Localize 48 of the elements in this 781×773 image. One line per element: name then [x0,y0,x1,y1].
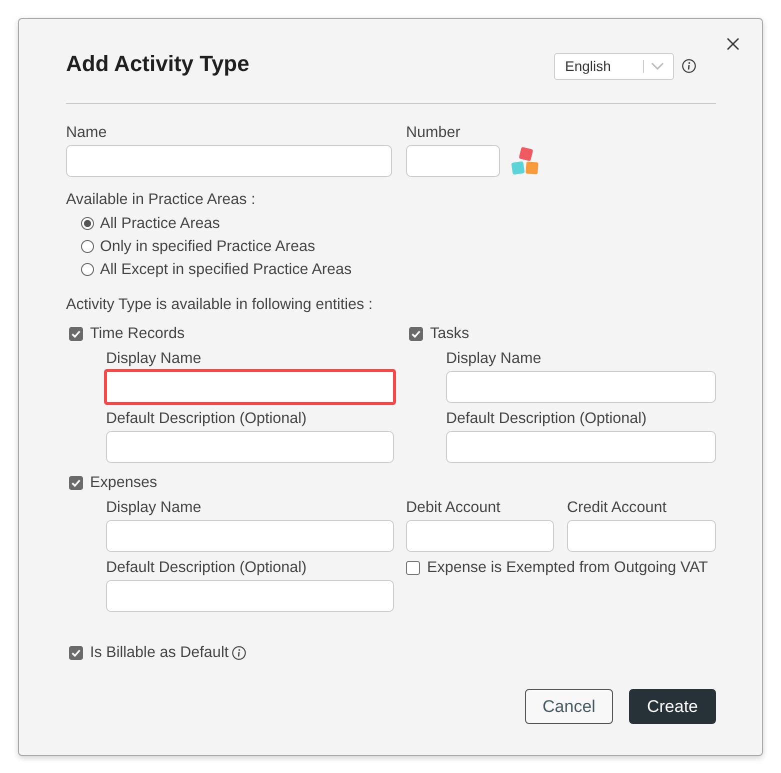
number-field[interactable] [406,145,500,177]
field-label: Credit Account [567,499,668,517]
text-field[interactable] [106,371,394,403]
language-select[interactable]: English [554,52,674,80]
dialog-title: Add Activity Type [66,50,250,78]
section-label: Activity Type is available in following entities : [66,296,374,314]
info-icon[interactable] [682,59,696,73]
text-field[interactable] [106,520,394,552]
field-label: Name [66,124,108,142]
checkbox[interactable] [406,561,420,575]
close-icon [727,38,739,50]
field-label: Default Description (Optional) [446,410,648,428]
radio-label[interactable]: All Practice Areas [100,214,220,232]
checkbox[interactable] [409,327,423,341]
field-label: Default Description (Optional) [106,559,308,577]
radio-button[interactable] [81,240,94,253]
checkbox[interactable] [69,327,83,341]
close-button[interactable] [727,38,739,50]
field-label: Default Description (Optional) [106,410,308,428]
cancel-button[interactable]: Cancel [525,689,613,724]
account-field[interactable] [406,520,554,552]
field-label: Display Name [446,350,542,368]
chevron-down-icon [651,62,664,70]
checkbox-label[interactable]: Is Billable as Default [90,644,229,662]
checkbox-label[interactable]: Tasks [430,325,470,343]
field-label: Display Name [106,499,202,517]
checkbox-label[interactable]: Expense is Exempted from Outgoing VAT [427,559,708,577]
section-label: Available in Practice Areas : [66,191,256,209]
field-label: Display Name [106,350,202,368]
text-field[interactable] [446,371,716,403]
text-field[interactable] [106,431,394,463]
radio-label[interactable]: All Except in specified Practice Areas [100,260,352,278]
field-label: Debit Account [406,499,502,517]
radio-label[interactable]: Only in specified Practice Areas [100,238,316,256]
radio-button[interactable] [81,263,94,276]
checkbox-label[interactable]: Time Records [90,325,185,343]
account-field[interactable] [567,520,716,552]
field-label: Number [406,124,462,142]
number-blocks-icon[interactable] [510,146,540,176]
checkbox[interactable] [69,476,83,490]
info-icon[interactable] [232,646,246,660]
create-button[interactable]: Create [629,689,716,724]
checkbox-label[interactable]: Expenses [90,474,158,492]
text-field[interactable] [446,431,716,463]
radio-button[interactable] [81,217,94,230]
name-field[interactable] [66,145,392,177]
text-field[interactable] [106,580,394,612]
checkbox[interactable] [69,646,83,660]
